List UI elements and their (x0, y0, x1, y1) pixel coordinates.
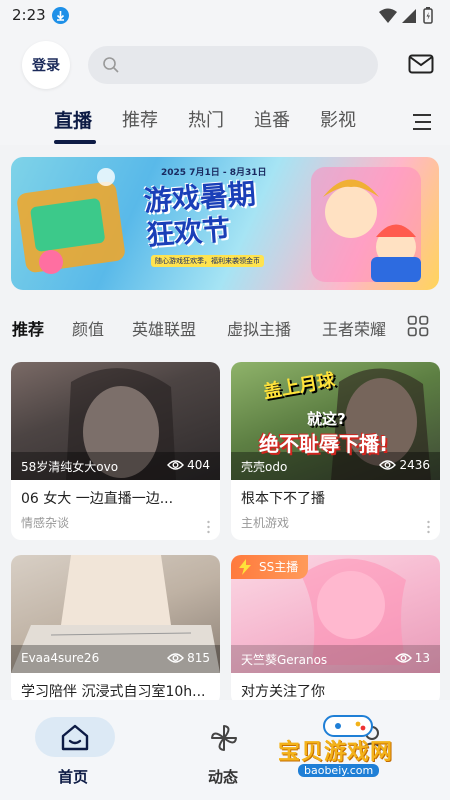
streamer-name: 58岁清纯女大ovo (21, 460, 119, 474)
streamer-name: Evaa4sure26 (21, 651, 100, 665)
category-vtuber[interactable]: 虚拟主播 (227, 316, 291, 340)
status-bar: 2:23 (0, 0, 450, 30)
live-card[interactable]: SS主播 天竺葵Geranos 13 对方关注了你 (231, 555, 440, 705)
lightning-icon (239, 559, 251, 575)
tab-live[interactable]: 直播 (54, 106, 92, 133)
signal-icon (402, 9, 416, 23)
tab-anime[interactable]: 追番 (254, 106, 290, 132)
category-row: 推荐 颜值 英雄联盟 虚拟主播 王者荣耀 (0, 312, 450, 342)
live-card[interactable]: 盖上月球 就这? 绝不耻辱下播! 壳壳odo 2436 根本下不了播 主机游戏 (231, 362, 440, 540)
view-count-value: 404 (187, 458, 210, 472)
wifi-icon (379, 8, 397, 23)
streamer-name: 壳壳odo (241, 460, 288, 474)
banner-subtitle: 随心游戏狂欢季，福利来袭领金币 (151, 255, 264, 267)
status-time: 2:23 (12, 6, 46, 24)
view-count-value: 2436 (399, 458, 430, 472)
thumb-overlay-text: 绝不耻辱下播! (259, 432, 389, 456)
live-title: 对方关注了你 (241, 684, 325, 700)
download-icon (52, 7, 69, 24)
top-header: 登录 直播 推荐 热门 追番 影视 (0, 30, 450, 145)
live-card[interactable]: Evaa4sure26 815 学习陪伴 沉浸式自习室10h... (11, 555, 220, 705)
tab-hot[interactable]: 热门 (188, 106, 224, 132)
view-count: 2436 (379, 458, 430, 472)
live-title: 学习陪伴 沉浸式自习室10h... (21, 684, 206, 700)
banner-date: 2025 7月1日 - 8月31日 (161, 168, 267, 178)
live-category: 主机游戏 (241, 516, 290, 530)
live-title: 根本下不了播 (241, 491, 325, 507)
tab-recommend[interactable]: 推荐 (122, 106, 158, 132)
category-lol[interactable]: 英雄联盟 (132, 316, 196, 340)
live-title: 06 女大 一边直播一边... (21, 491, 174, 507)
watermark-text: 宝贝游戏网 (278, 740, 394, 765)
menu-icon[interactable] (412, 113, 432, 135)
view-count-value: 815 (187, 651, 210, 665)
nav-home-label[interactable]: 首页 (58, 766, 88, 787)
search-input[interactable] (88, 46, 378, 84)
eye-icon (167, 653, 185, 663)
mail-icon[interactable] (408, 54, 434, 78)
login-button[interactable]: 登录 (22, 41, 70, 89)
active-tab-indicator (54, 140, 96, 144)
tab-movies[interactable]: 影视 (320, 106, 356, 132)
view-count: 815 (167, 651, 210, 665)
search-icon (102, 56, 120, 78)
pinwheel-icon[interactable] (209, 723, 239, 757)
nav-dynamic-label[interactable]: 动态 (208, 766, 238, 787)
more-options-icon[interactable] (427, 520, 430, 534)
banner-title: 游戏暑期 狂欢节 (143, 177, 259, 253)
view-count-value: 13 (414, 651, 430, 665)
view-count: 13 (394, 651, 430, 665)
ss-streamer-badge: SS主播 (231, 555, 309, 579)
watermark-url: baobeiy.com (298, 764, 380, 777)
category-looks[interactable]: 颜值 (72, 316, 104, 340)
ss-badge-label: SS主播 (259, 560, 299, 574)
eye-icon (379, 460, 397, 470)
live-card[interactable]: 58岁清纯女大ovo 404 06 女大 一边直播一边... 情感杂谈 (11, 362, 220, 540)
site-watermark: 宝贝游戏网 baobeiy.com (278, 712, 428, 792)
eye-icon (167, 460, 185, 470)
category-grid-icon[interactable] (407, 315, 429, 341)
live-category: 情感杂谈 (21, 516, 70, 530)
more-options-icon[interactable] (207, 520, 210, 534)
battery-icon (423, 7, 433, 24)
category-recommend[interactable]: 推荐 (12, 316, 44, 340)
eye-icon (394, 653, 412, 663)
category-honor-of-kings[interactable]: 王者荣耀 (322, 316, 394, 340)
home-icon[interactable] (60, 724, 90, 756)
thumb-overlay-text: 就这? (307, 410, 346, 428)
streamer-name: 天竺葵Geranos (241, 653, 328, 667)
system-icons (378, 6, 440, 24)
promo-banner[interactable]: 2025 7月1日 - 8月31日 游戏暑期 狂欢节 随心游戏狂欢季，福利来袭领… (11, 157, 439, 290)
view-count: 404 (167, 458, 210, 472)
